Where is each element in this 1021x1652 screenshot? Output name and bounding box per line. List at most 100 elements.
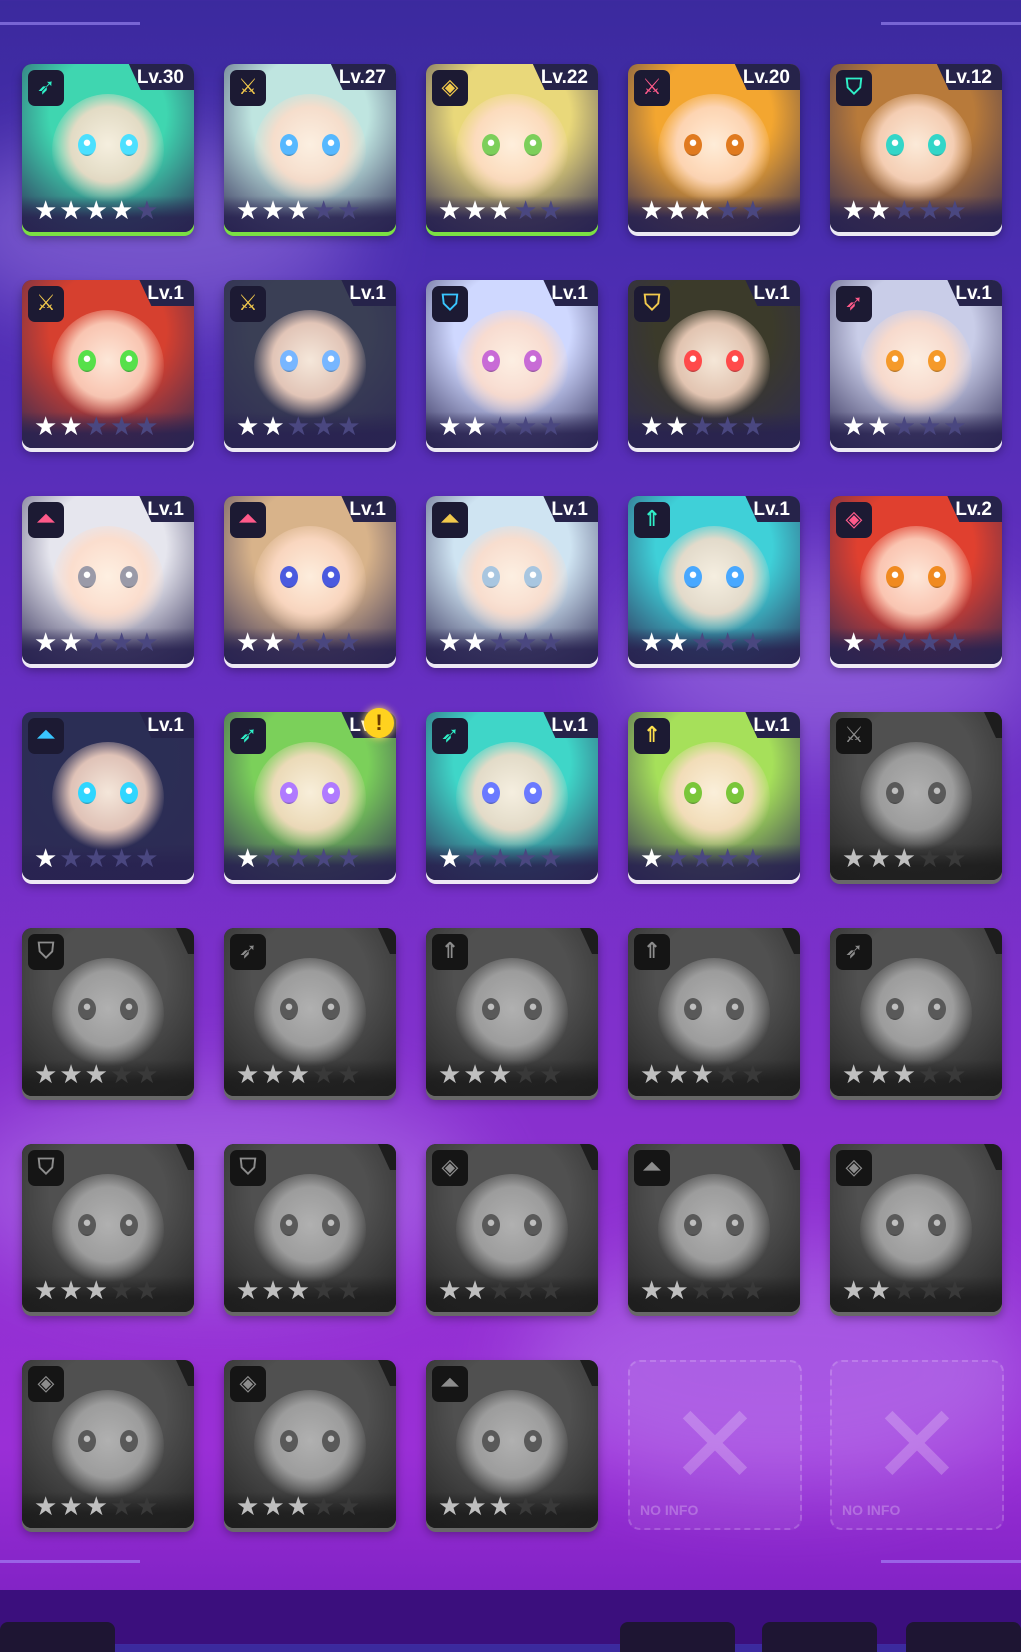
frame-corner-bottom-right — [881, 1560, 1021, 1563]
hero-card[interactable]: ◈ Lv.2 ★ ★ ★ ★ ★ — [830, 496, 1002, 664]
star-filled-icon: ★ — [488, 196, 512, 226]
star-rating: ★ ★ ★ ★ ★ — [842, 198, 967, 224]
hero-eye — [886, 350, 904, 372]
hero-card[interactable]: ⚔ Lv.1 ★ ★ ★ ★ ★ — [224, 280, 396, 448]
hero-eye — [280, 350, 298, 372]
support-class-icon: ⇑ — [432, 934, 468, 970]
star-empty-icon: ★ — [311, 412, 336, 442]
star-empty-icon: ★ — [917, 1060, 942, 1090]
star-filled-icon: ★ — [438, 1060, 462, 1090]
star-filled-icon: ★ — [84, 1492, 108, 1522]
mage-class-icon: ◈ — [230, 1366, 266, 1402]
star-empty-icon: ★ — [690, 412, 714, 442]
hero-card[interactable]: ⏶ Lv.1 ★ ★ ★ ★ ★ — [426, 496, 598, 664]
hero-card[interactable]: ⛉ Lv.1 ★ ★ ★ ★ ★ — [628, 280, 800, 448]
star-rating: ★ ★ ★ ★ ★ — [640, 1062, 765, 1088]
hero-eye — [78, 782, 96, 804]
hero-face — [658, 958, 770, 1070]
star-filled-icon: ★ — [463, 1276, 487, 1306]
empty-x-icon: ✕ — [668, 1381, 762, 1509]
hero-card[interactable]: ⚔ Lv.20 ★ ★ ★ ★ ★ — [628, 64, 800, 232]
star-filled-icon: ★ — [261, 196, 285, 226]
locked-hero-card[interactable]: ◈ ★ ★ ★ ★ ★ — [22, 1360, 194, 1528]
hero-eye — [684, 134, 702, 156]
hero-card[interactable]: ⏶ Lv.1 ★ ★ ★ ★ ★ — [22, 496, 194, 664]
bottom-tab[interactable] — [0, 1622, 115, 1652]
locked-hero-card[interactable]: ◈ ★ ★ ★ ★ ★ — [426, 1144, 598, 1312]
hero-card[interactable]: ⇑ Lv.1 ★ ★ ★ ★ ★ — [628, 496, 800, 664]
assassin-class-icon: ⏶ — [230, 502, 266, 538]
bottom-tab[interactable] — [906, 1622, 1021, 1652]
star-filled-icon: ★ — [640, 628, 664, 658]
star-empty-icon: ★ — [539, 1060, 563, 1090]
hero-card[interactable]: ⏶ Lv.1 ★ ★ ★ ★ ★ — [224, 496, 396, 664]
star-empty-icon: ★ — [109, 1492, 134, 1522]
star-empty-icon: ★ — [867, 628, 891, 658]
frame-corner-top-right — [881, 22, 1021, 25]
locked-hero-card[interactable]: ⛉ ★ ★ ★ ★ ★ — [22, 928, 194, 1096]
star-filled-icon: ★ — [34, 844, 58, 874]
hero-card[interactable]: ⏶ Lv.1 ★ ★ ★ ★ ★ — [22, 712, 194, 880]
star-empty-icon: ★ — [109, 844, 134, 874]
hero-eye — [684, 1214, 702, 1236]
star-filled-icon: ★ — [842, 1276, 866, 1306]
hero-card[interactable]: ➶Lv.1★★★★★ — [224, 712, 396, 880]
star-empty-icon: ★ — [109, 412, 134, 442]
star-empty-icon: ★ — [539, 628, 563, 658]
star-filled-icon: ★ — [261, 1060, 285, 1090]
hero-card[interactable]: ⚔ Lv.1 ★ ★ ★ ★ ★ — [22, 280, 194, 448]
hero-card[interactable]: ⚔ Lv.27 ★ ★ ★ ★ ★ — [224, 64, 396, 232]
hero-card[interactable]: ➶ Lv.30 ★ ★ ★ ★ ★ — [22, 64, 194, 232]
locked-hero-card[interactable]: ⚔ ★ ★ ★ ★ ★ — [830, 712, 1002, 880]
hero-card[interactable]: ⛉ Lv.12 ★ ★ ★ ★ ★ — [830, 64, 1002, 232]
hero-card[interactable]: ⛉ Lv.1 ★ ★ ★ ★ ★ — [426, 280, 598, 448]
star-empty-icon: ★ — [109, 1276, 134, 1306]
tank-class-icon: ⛉ — [28, 1150, 64, 1186]
archer-class-icon: ➶ — [836, 934, 872, 970]
star-empty-icon: ★ — [135, 1276, 159, 1306]
star-empty-icon: ★ — [513, 412, 538, 442]
hero-card[interactable]: ➶Lv.1★★★★★ — [426, 712, 598, 880]
hero-eye — [928, 566, 946, 588]
mage-class-icon: ◈ — [836, 1150, 872, 1186]
bottom-tab[interactable] — [762, 1622, 877, 1652]
hero-face — [52, 958, 164, 1070]
locked-hero-card[interactable]: ⏶ ★ ★ ★ ★ ★ — [426, 1360, 598, 1528]
star-filled-icon: ★ — [261, 1492, 285, 1522]
star-filled-icon: ★ — [84, 196, 108, 226]
hero-eye — [684, 998, 702, 1020]
star-empty-icon: ★ — [337, 1492, 361, 1522]
bottom-tab[interactable] — [620, 1622, 735, 1652]
star-filled-icon: ★ — [438, 1492, 462, 1522]
support-class-icon: ⇑ — [634, 934, 670, 970]
sword-class-icon: ⚔ — [28, 286, 64, 322]
star-rating: ★ ★ ★ ★ ★ — [640, 414, 765, 440]
locked-hero-card[interactable]: ◈ ★ ★ ★ ★ ★ — [830, 1144, 1002, 1312]
locked-hero-card[interactable]: ➶ ★ ★ ★ ★ ★ — [830, 928, 1002, 1096]
hero-face — [658, 310, 770, 422]
hero-eye — [886, 998, 904, 1020]
star-rating: ★ ★ ★ ★ ★ — [236, 414, 361, 440]
star-rating: ★ ★ ★ ★ ★ — [640, 1278, 765, 1304]
assassin-class-icon: ⏶ — [28, 718, 64, 754]
hero-card[interactable]: ◈ Lv.22 ★ ★ ★ ★ ★ — [426, 64, 598, 232]
hero-eye — [524, 350, 542, 372]
hero-card[interactable]: ⇑ Lv.1 ★ ★ ★ ★ ★ — [628, 712, 800, 880]
star-empty-icon: ★ — [539, 1492, 563, 1522]
locked-hero-card[interactable]: ⛉ ★ ★ ★ ★ ★ — [224, 1144, 396, 1312]
star-empty-icon: ★ — [463, 844, 487, 874]
hero-face — [254, 1390, 366, 1502]
hero-card[interactable]: ➶Lv.1★★★★★ — [830, 280, 1002, 448]
locked-hero-card[interactable]: ⛉ ★ ★ ★ ★ ★ — [22, 1144, 194, 1312]
locked-hero-card[interactable]: ➶ ★ ★ ★ ★ ★ — [224, 928, 396, 1096]
star-filled-icon: ★ — [286, 196, 310, 226]
locked-hero-card[interactable]: ◈ ★ ★ ★ ★ ★ — [224, 1360, 396, 1528]
star-filled-icon: ★ — [842, 412, 866, 442]
assassin-class-icon: ⏶ — [432, 502, 468, 538]
locked-hero-card[interactable]: ⏶ ★ ★ ★ ★ ★ — [628, 1144, 800, 1312]
locked-hero-card[interactable]: ⇑ ★ ★ ★ ★ ★ — [628, 928, 800, 1096]
star-empty-icon: ★ — [135, 196, 159, 226]
locked-hero-card[interactable]: ⇑ ★ ★ ★ ★ ★ — [426, 928, 598, 1096]
hero-face — [860, 94, 972, 206]
star-empty-icon: ★ — [135, 1492, 159, 1522]
